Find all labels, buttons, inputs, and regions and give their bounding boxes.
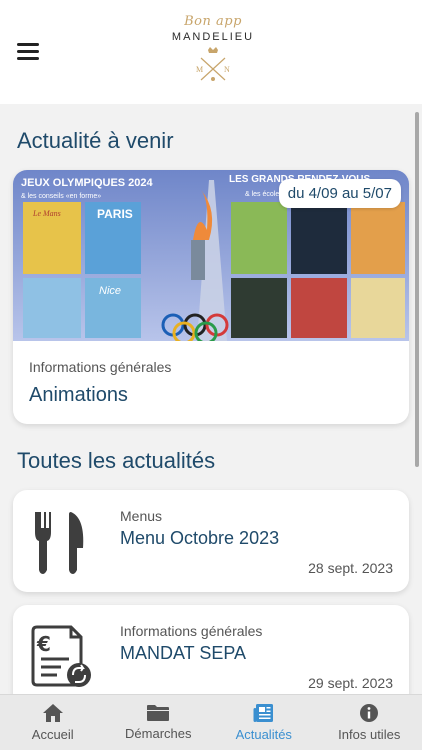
news-date: 29 sept. 2023 bbox=[308, 675, 393, 691]
svg-text:€: € bbox=[36, 632, 51, 656]
image-text-conseils: & les conseils «en forme» bbox=[21, 193, 101, 200]
tab-demarches[interactable]: Démarches bbox=[106, 695, 212, 750]
tab-label: Infos utiles bbox=[338, 727, 401, 742]
news-category: Menus bbox=[120, 508, 163, 524]
image-text-jo: JEUX OLYMPIQUES 2024 bbox=[21, 177, 154, 189]
logo-name-text: MANDELIEU bbox=[171, 31, 255, 43]
upcoming-section-title: Actualité à venir bbox=[17, 128, 174, 153]
tab-infos-utiles[interactable]: Infos utiles bbox=[317, 695, 422, 750]
news-category: Informations générales bbox=[120, 623, 263, 639]
app-logo: Bon app MANDELIEU M N bbox=[168, 8, 258, 90]
tab-actualites[interactable]: Actualités bbox=[211, 695, 317, 750]
scrollbar[interactable] bbox=[415, 112, 419, 467]
news-date: 28 sept. 2023 bbox=[308, 560, 393, 576]
all-news-section-title: Toutes les actualités bbox=[17, 448, 216, 473]
image-text-paris: PARIS bbox=[97, 207, 133, 221]
fork-knife-icon bbox=[35, 512, 84, 574]
tab-label: Accueil bbox=[31, 727, 74, 742]
image-text-ecoles: & les écoles bbox=[245, 191, 283, 198]
tab-accueil[interactable]: Accueil bbox=[0, 695, 106, 750]
featured-title: Animations bbox=[29, 384, 128, 406]
logo-initial-n: N bbox=[224, 65, 230, 74]
folder-icon bbox=[147, 705, 170, 721]
featured-news-card[interactable]: JEUX OLYMPIQUES 2024 & les conseils «en … bbox=[13, 170, 409, 424]
tab-label: Actualités bbox=[235, 727, 292, 742]
image-text-le-mans: Le Mans bbox=[32, 209, 61, 218]
newspaper-icon bbox=[253, 704, 273, 722]
news-title: MANDAT SEPA bbox=[120, 643, 247, 663]
image-text-nice: Nice bbox=[99, 285, 121, 297]
featured-category: Informations générales bbox=[29, 359, 172, 375]
bottom-tab-bar: Accueil Démarches Actualités Infos utile… bbox=[0, 694, 422, 750]
hamburger-menu-icon[interactable] bbox=[17, 43, 39, 61]
home-icon bbox=[42, 704, 63, 722]
logo-initial-m: M bbox=[196, 65, 203, 74]
logo-script-text: Bon app bbox=[184, 14, 242, 29]
news-card-mandat-sepa[interactable]: € Informations générales MANDAT SEPA 29 … bbox=[13, 605, 409, 707]
logo-crest-icon: M N bbox=[196, 47, 230, 81]
date-range-badge: du 4/09 au 5/07 bbox=[278, 179, 401, 208]
info-icon bbox=[360, 704, 379, 722]
news-card-menu[interactable]: Menus Menu Octobre 2023 28 sept. 2023 bbox=[13, 490, 409, 592]
euro-document-icon: € bbox=[31, 625, 91, 687]
news-title: Menu Octobre 2023 bbox=[120, 528, 280, 548]
tab-label: Démarches bbox=[125, 726, 192, 741]
app-header: Bon app MANDELIEU M N bbox=[0, 0, 422, 104]
